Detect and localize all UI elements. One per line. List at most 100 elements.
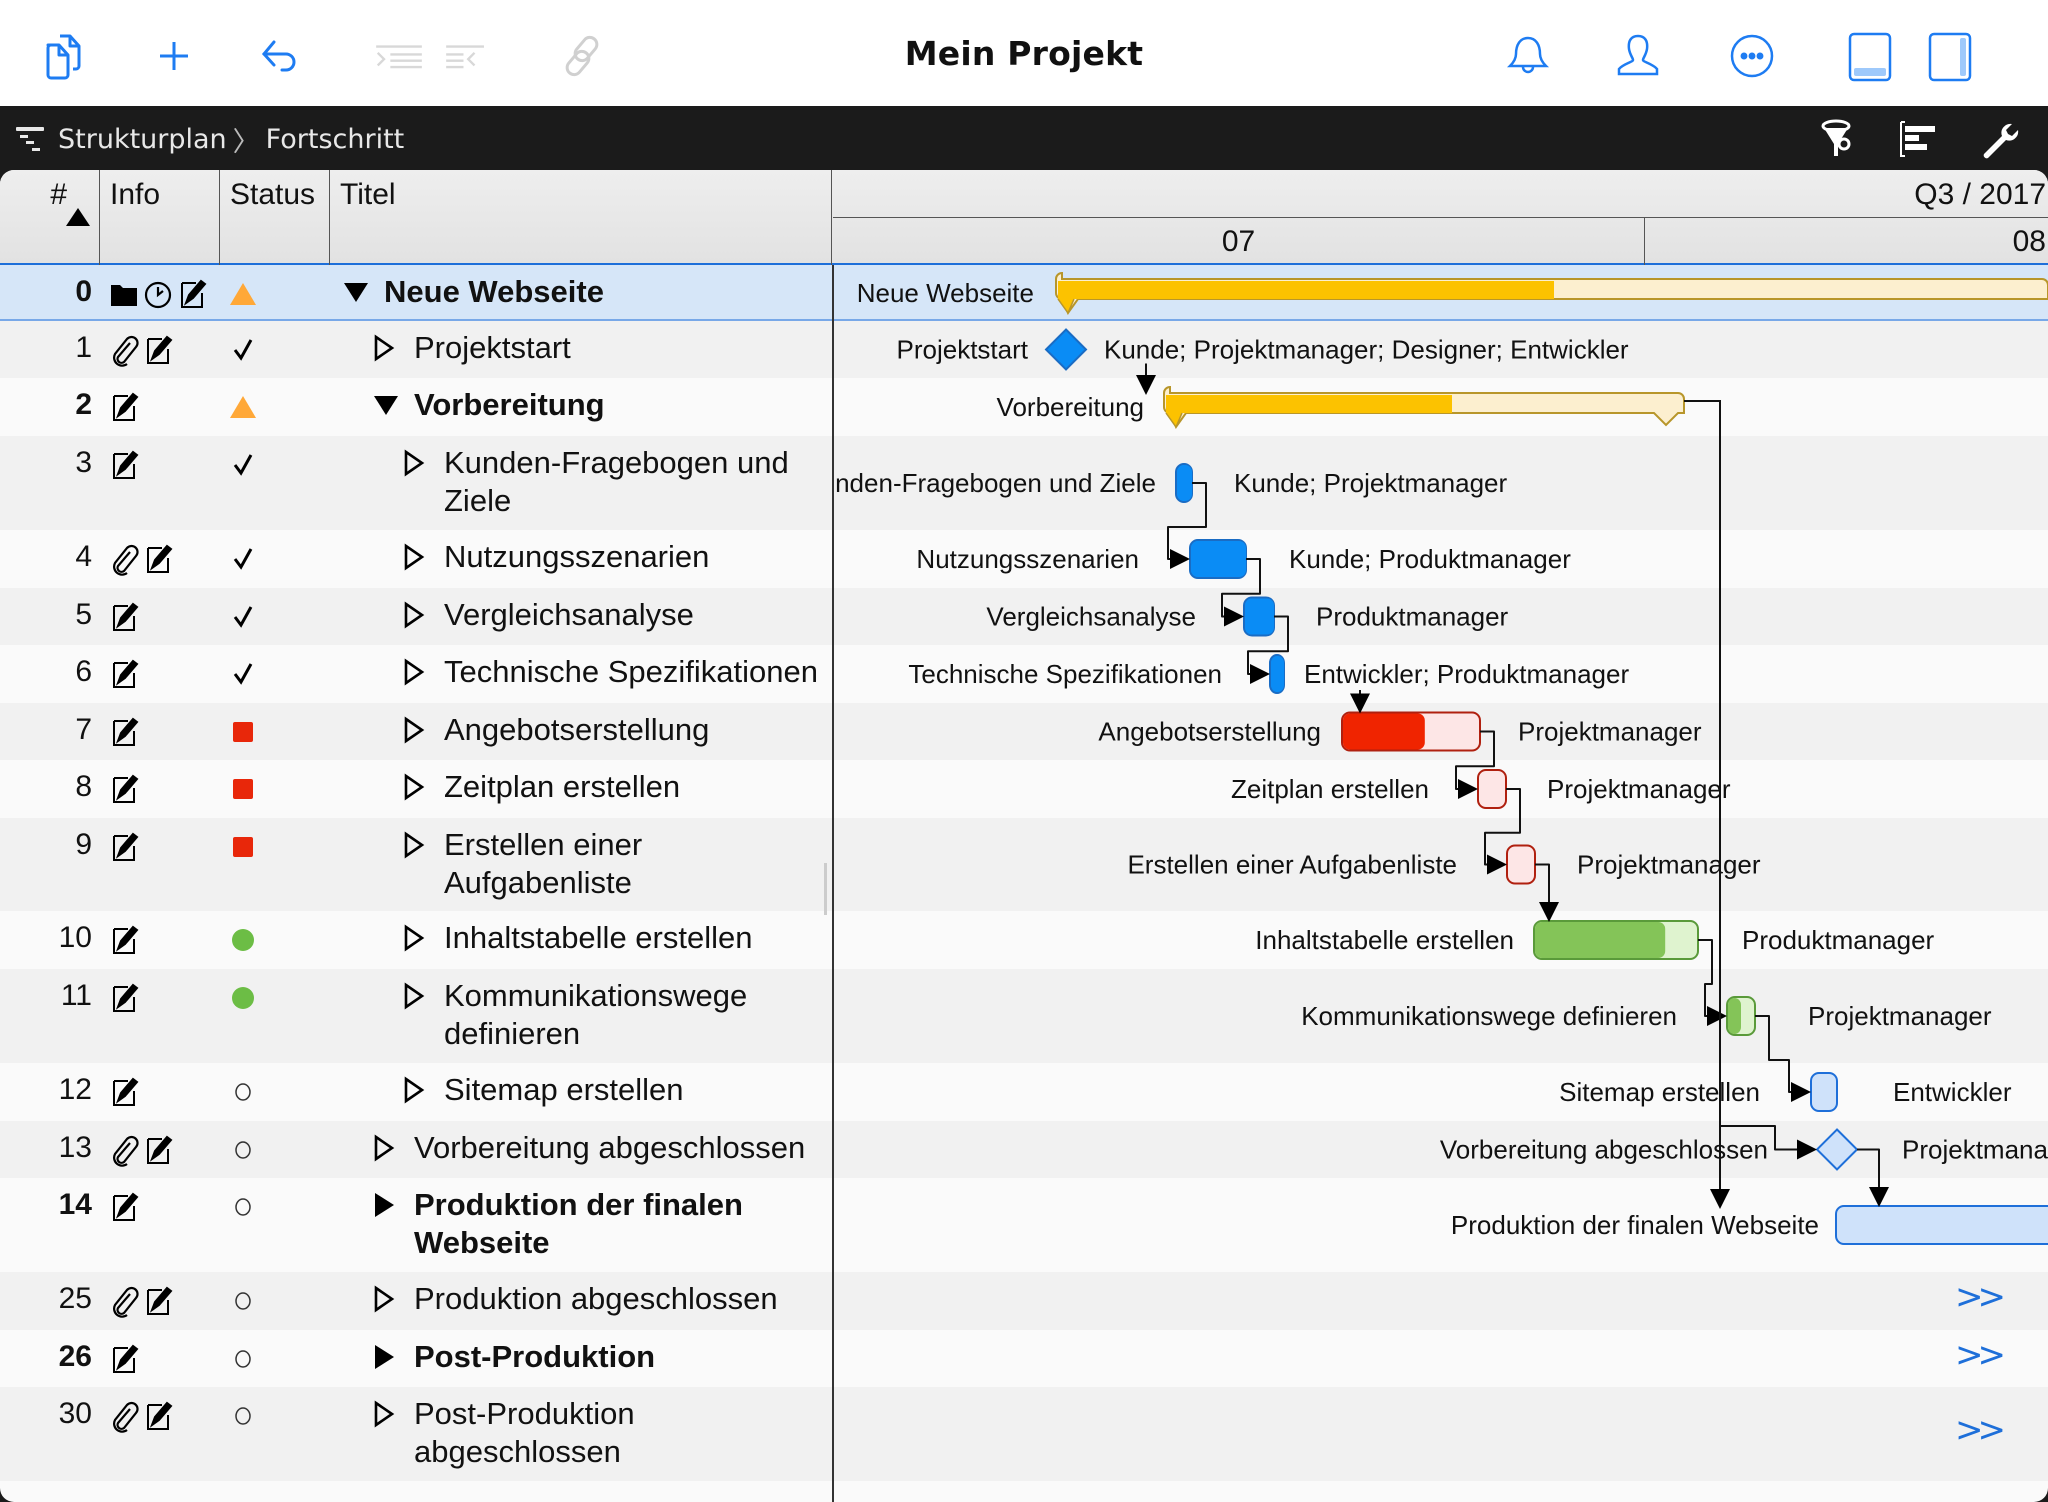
row-status[interactable] [228,830,258,864]
row-info-icons[interactable] [108,1399,174,1433]
disclosure-toggle[interactable] [402,1071,432,1109]
row-info-icons[interactable] [108,390,140,424]
disclosure-toggle[interactable] [372,1338,402,1376]
row-info-icons[interactable] [108,1284,174,1318]
column-header-info[interactable]: Info [100,170,220,265]
gantt-task-9[interactable]: Erstellen einer Aufgabenliste Projektmana… [1127,844,1761,885]
row-status[interactable] [228,390,258,424]
row-info-icons[interactable] [108,277,208,311]
row-info-icons[interactable] [108,830,140,864]
row-title[interactable]: Kommunikationswege definieren [402,977,747,1053]
row-info-icons[interactable] [108,448,140,482]
row-info-icons[interactable] [108,1342,140,1376]
filter-button[interactable] [1816,116,1862,162]
column-header-status[interactable]: Status [220,170,330,265]
breadcrumb-item-strukturplan[interactable]: Strukturplan [58,124,227,155]
row-status[interactable] [228,1190,258,1224]
disclosure-toggle[interactable] [402,768,432,806]
bottom-panel-toggle[interactable] [1842,28,1898,84]
offscreen-task-indicator[interactable]: >> [1955,1410,2006,1450]
gantt-view-button[interactable] [1896,116,1942,162]
disclosure-toggle[interactable] [372,1280,402,1318]
people-button[interactable] [1610,28,1666,84]
row-info-icons[interactable] [108,600,140,634]
column-header-number[interactable]: # [0,170,100,265]
row-info-icons[interactable] [108,1133,174,1167]
notifications-button[interactable] [1500,28,1556,84]
row-title[interactable]: Kunden-Fragebogen und Ziele [402,444,789,520]
row-info-icons[interactable] [108,1075,140,1109]
row-title[interactable]: Vergleichsanalyse [402,596,694,634]
row-title[interactable]: Zeitplan erstellen [402,768,680,806]
disclosure-toggle[interactable] [402,919,432,957]
disclosure-toggle[interactable] [402,653,432,691]
row-status[interactable] [228,1075,258,1109]
row-title[interactable]: Vorbereitung abgeschlossen [372,1129,805,1167]
row-status[interactable] [228,1133,258,1167]
offscreen-task-indicator[interactable]: >> [1955,1335,2006,1375]
row-title[interactable]: Produktion abgeschlossen [372,1280,778,1318]
gantt-task-14[interactable]: Produktion der finalen Webseite [1451,1205,2048,1245]
row-title[interactable]: Produktion der finalen Webseite [372,1186,743,1262]
row-title[interactable]: Sitemap erstellen [402,1071,684,1109]
column-header-title[interactable]: Titel [330,170,832,265]
row-title[interactable]: Technische Spezifikationen [402,653,818,691]
row-info-icons[interactable] [108,542,174,576]
resize-handle-left[interactable] [824,863,827,915]
side-panel-toggle[interactable] [1922,28,1978,84]
row-status[interactable] [228,1342,258,1376]
disclosure-toggle[interactable] [342,273,372,311]
gantt-task-13[interactable]: Vorbereitung abgeschlossen Projektmana [1440,1128,2048,1171]
disclosure-toggle[interactable] [402,596,432,634]
row-status[interactable] [228,772,258,806]
row-status[interactable] [228,981,258,1015]
disclosure-toggle[interactable] [402,977,432,1015]
row-info-icons[interactable] [108,1190,140,1224]
row-status[interactable] [228,333,258,367]
settings-button[interactable] [1976,116,2022,162]
row-info-icons[interactable] [108,981,140,1015]
row-status[interactable] [228,277,258,311]
row-status[interactable] [228,1399,258,1433]
disclosure-toggle[interactable] [402,826,432,864]
gantt-task-5[interactable]: Vergleichsanalyse Produktmanager [986,596,1509,637]
row-title[interactable]: Nutzungsszenarien [402,538,709,576]
row-title[interactable]: Projektstart [372,329,571,367]
row-title[interactable]: Neue Webseite [342,273,604,311]
row-title[interactable]: Post-Produktion [372,1338,655,1376]
disclosure-toggle[interactable] [372,329,402,367]
row-info-icons[interactable] [108,715,140,749]
row-info-icons[interactable] [108,657,140,691]
row-title[interactable]: Inhaltstabelle erstellen [402,919,752,957]
row-title[interactable]: Post-Produktion abgeschlossen [372,1395,635,1471]
row-info-icons[interactable] [108,923,140,957]
row-info-icons[interactable] [108,772,140,806]
gantt-task-10[interactable]: Inhaltstabelle erstellen Produktmanager [1255,920,1935,960]
disclosure-toggle[interactable] [402,538,432,576]
row-title[interactable]: Erstellen einer Aufgabenliste [402,826,642,902]
disclosure-toggle[interactable] [402,444,432,482]
disclosure-toggle[interactable] [372,1186,402,1224]
gantt-task-8[interactable]: Zeitplan erstellen Projektmanager [1231,769,1731,809]
disclosure-toggle[interactable] [372,1129,402,1167]
disclosure-toggle[interactable] [402,711,432,749]
row-status[interactable] [228,448,258,482]
row-title[interactable]: Angebotserstellung [402,711,709,749]
row-status[interactable] [228,923,258,957]
row-status[interactable] [228,542,258,576]
gantt-task-11[interactable]: Kommunikationswege definieren Projektmana… [1301,996,1992,1036]
row-status[interactable] [228,1284,258,1318]
gantt-task-1[interactable]: Projektstart Kunde; Projektmanager; Desig… [897,328,1629,371]
breadcrumb-item-fortschritt[interactable]: Fortschritt [266,124,405,155]
disclosure-toggle[interactable] [372,1395,402,1433]
more-button[interactable] [1724,28,1780,84]
disclosure-toggle[interactable] [372,386,402,424]
row-status[interactable] [228,657,258,691]
gantt-task-7[interactable]: Angebotserstellung Projektmanager [1098,711,1702,752]
row-status[interactable] [228,715,258,749]
row-info-icons[interactable] [108,333,174,367]
outline-view-icon[interactable] [14,123,48,157]
row-status[interactable] [228,600,258,634]
offscreen-task-indicator[interactable]: >> [1955,1277,2006,1317]
row-title[interactable]: Vorbereitung [372,386,605,424]
